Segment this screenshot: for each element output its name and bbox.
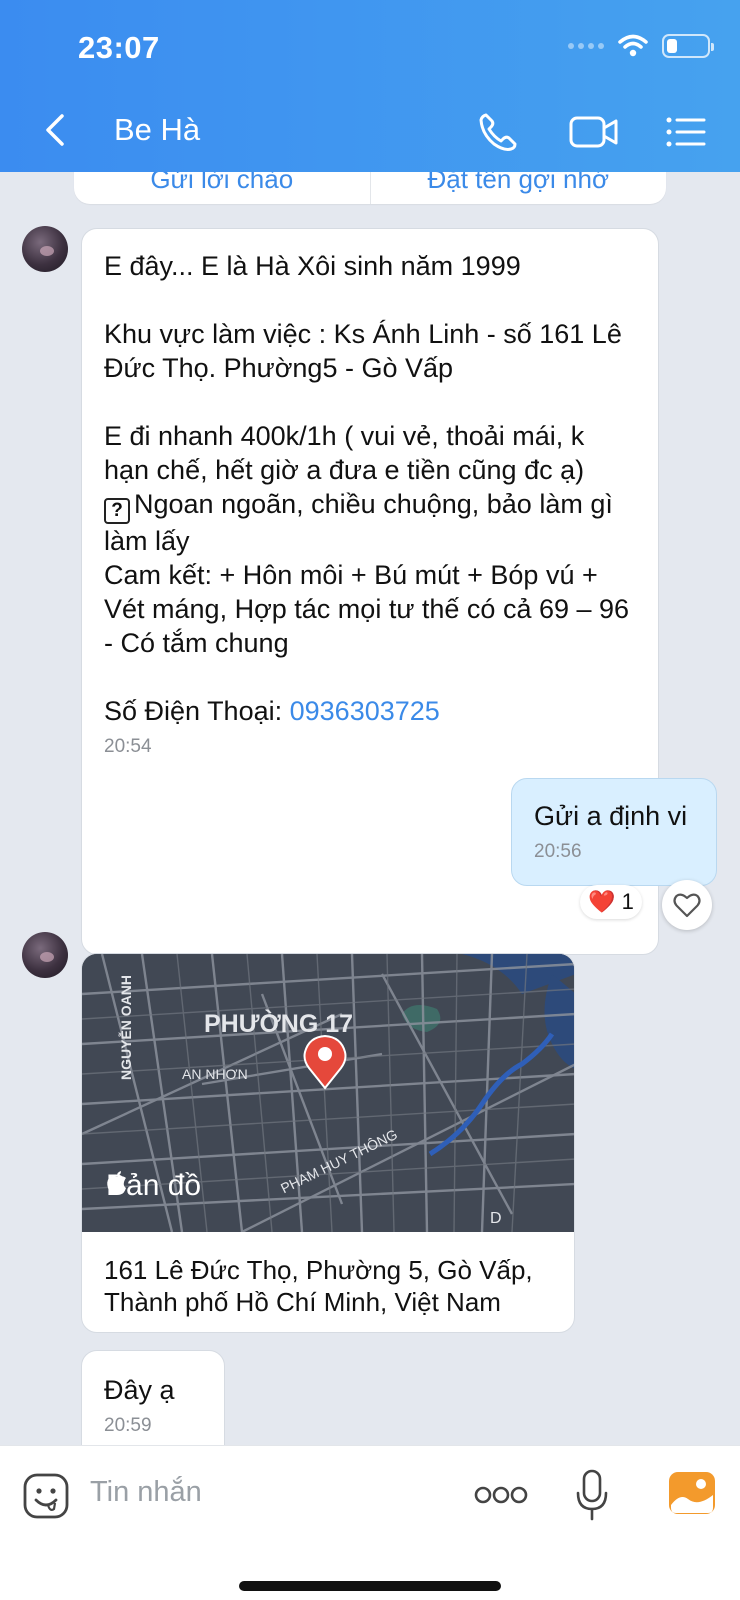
map-preview[interactable]: PHƯỜNG 17 NGUYỄN OANH AN NHƠN PHAM HUY T… [82, 954, 574, 1232]
more-options-icon[interactable] [474, 1484, 528, 1506]
maps-brand: Bản đồ [106, 1169, 202, 1202]
chip-nickname[interactable]: Đặt tên gợi nhớ [369, 172, 667, 204]
signal-icon [568, 43, 604, 49]
message-text: ? Ngoan ngoãn, chiều chuộng, bảo làm gì l… [104, 489, 621, 556]
message-text: Khu vực làm việc : Ks Ánh Linh - số 161 … [104, 319, 630, 383]
message-text: Số Điện Thoại: 0936303725 [104, 696, 440, 726]
sticker-icon[interactable] [22, 1472, 70, 1520]
status-icons [568, 34, 714, 58]
back-button[interactable] [36, 110, 76, 150]
message-time: 20:54 [104, 736, 152, 757]
heart-outline-icon [673, 893, 701, 918]
unknown-glyph-icon: ? [104, 498, 130, 524]
phone-call-icon[interactable] [474, 108, 522, 156]
map-label-street: NGUYỄN OANH [118, 974, 134, 1080]
status-time: 23:07 [78, 30, 160, 65]
battery-icon [662, 34, 714, 58]
map-pin-icon [303, 1034, 347, 1090]
contact-name[interactable]: Be Hà [114, 112, 200, 148]
message-text: Cam kết: + Hôn môi + Bú mút + Bóp vú + V… [104, 560, 637, 658]
chip-greeting[interactable]: Gửi lời chào [74, 172, 370, 204]
message-time: 20:59 [104, 1415, 152, 1436]
avatar[interactable] [22, 932, 68, 978]
map-label-street: D [490, 1210, 502, 1227]
map-address: 161 Lê Đức Thọ, Phường 5, Gò Vấp, Thành … [104, 1255, 533, 1317]
message-time: 20:56 [534, 841, 582, 862]
message-input[interactable]: Tin nhắn [90, 1476, 202, 1509]
image-gallery-icon[interactable] [668, 1471, 716, 1515]
chat-area[interactable]: Gửi lời chào Đặt tên gợi nhớ E đây... E … [0, 172, 740, 1445]
heart-reaction-icon: ❤️ [588, 889, 616, 914]
avatar[interactable] [22, 226, 68, 272]
message-text: E đây... E là Hà Xôi sinh năm 1999 [104, 251, 521, 281]
video-call-icon[interactable] [568, 108, 620, 156]
chat-header: 23:07 Be Hà [0, 0, 740, 172]
reaction-count: 1 [621, 889, 634, 914]
reaction-badge[interactable]: ❤️ 1 [580, 885, 642, 919]
message-text: Gửi a định vi [534, 801, 688, 831]
home-indicator [239, 1581, 501, 1591]
wifi-icon [618, 34, 648, 57]
message-text: Đây ạ [104, 1375, 175, 1405]
message-bubble-outgoing[interactable]: Gửi a định vi 20:56 [511, 778, 717, 886]
like-button[interactable] [662, 880, 712, 930]
message-input-bar: Tin nhắn [0, 1445, 740, 1600]
location-map-card[interactable]: PHƯỜNG 17 NGUYỄN OANH AN NHƠN PHAM HUY T… [81, 953, 575, 1333]
microphone-icon[interactable] [574, 1468, 610, 1522]
apple-logo-icon [107, 1171, 126, 1194]
phone-number-link[interactable]: 0936303725 [290, 696, 440, 726]
message-text: E đi nhanh 400k/1h ( vui vẻ, thoải mái, … [104, 421, 592, 485]
message-bubble-incoming[interactable]: Đây ạ 20:59 [81, 1350, 225, 1445]
map-label-street: AN NHƠN [182, 1066, 248, 1082]
suggestion-chips: Gửi lời chào Đặt tên gợi nhớ [74, 172, 666, 204]
menu-list-icon[interactable] [662, 108, 710, 156]
